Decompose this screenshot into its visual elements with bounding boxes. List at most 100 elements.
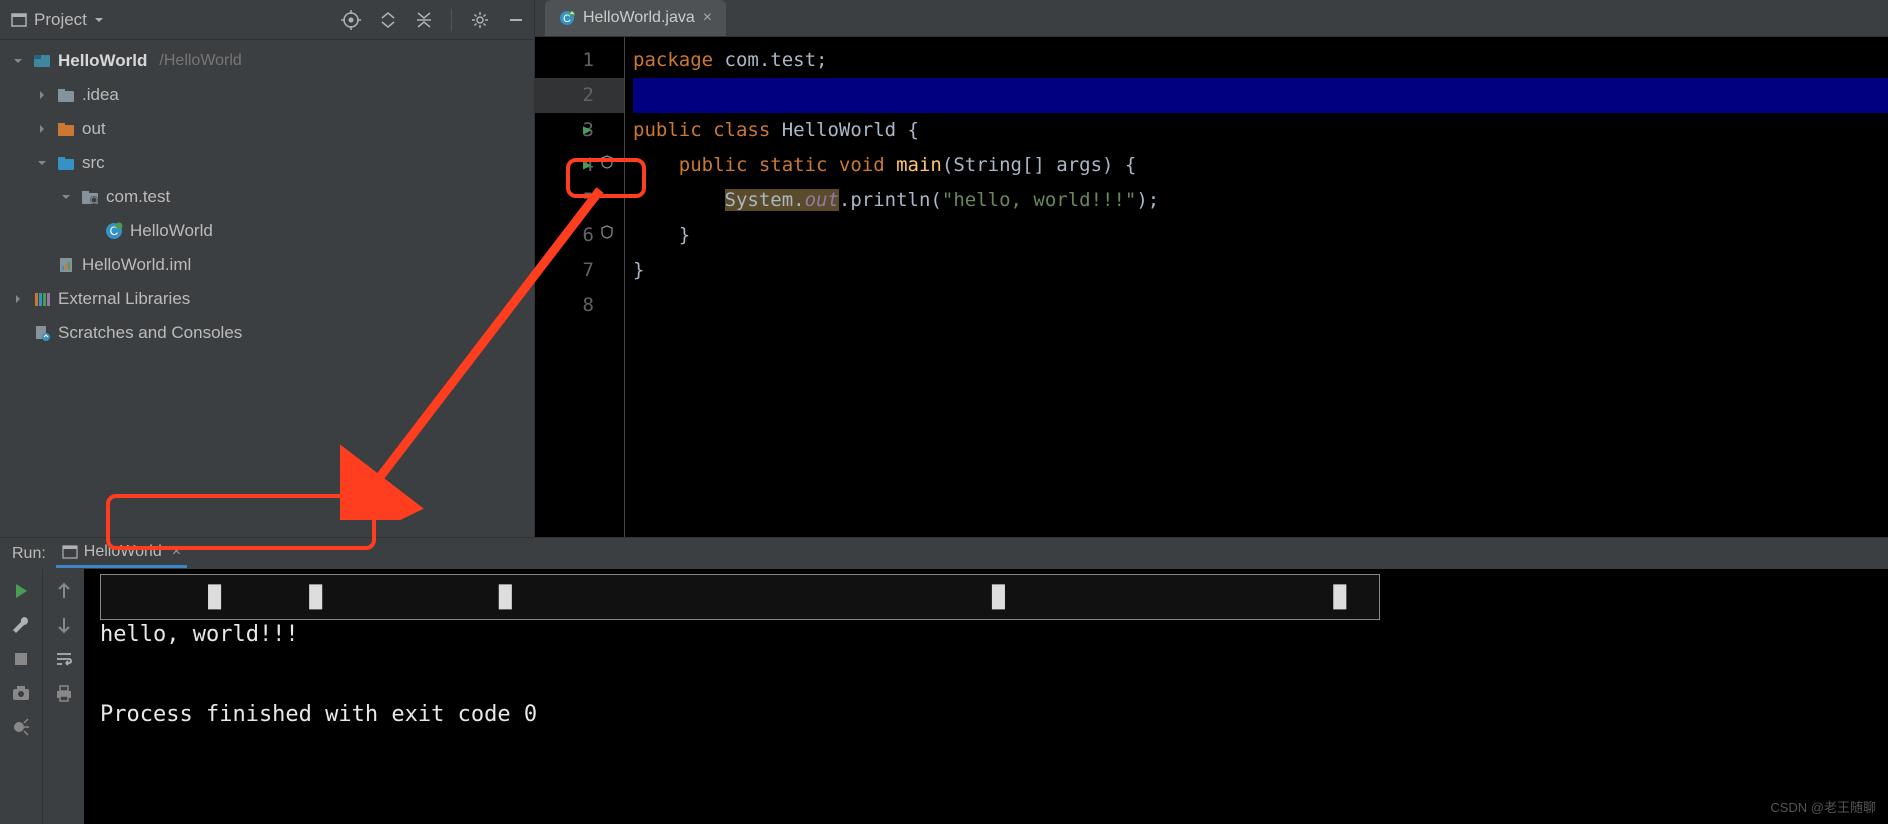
project-tree[interactable]: HelloWorld/HelloWorld .idea out src com.test… <box>0 40 534 354</box>
tree-item-label: .idea <box>82 85 119 105</box>
target-icon[interactable] <box>341 10 361 30</box>
chevron-icon[interactable] <box>12 55 28 67</box>
minimize-icon[interactable] <box>508 12 524 28</box>
code-token: "hello, world!!!" <box>942 189 1136 211</box>
tree-item-label: src <box>82 153 105 173</box>
stop-icon[interactable] <box>11 649 31 669</box>
code-line[interactable]: public class HelloWorld { <box>633 113 1888 148</box>
run-panel-label: Run: <box>12 545 46 563</box>
code-token: com.test; <box>725 49 828 71</box>
print-icon[interactable] <box>54 683 74 703</box>
chevron-down-icon[interactable] <box>93 14 105 26</box>
line-number: 2 <box>576 78 594 113</box>
tree-item-path: /HelloWorld <box>159 52 241 70</box>
line-number: 7 <box>576 253 594 288</box>
gutter-line[interactable]: 8 <box>535 288 624 323</box>
gutter-line[interactable]: ▶4 <box>535 148 624 183</box>
code-token <box>633 154 679 176</box>
down-arrow-icon[interactable] <box>54 615 74 635</box>
code-line[interactable]: public static void main(String[] args) { <box>633 148 1888 183</box>
chevron-icon[interactable] <box>36 89 52 101</box>
close-icon[interactable]: × <box>172 543 181 561</box>
folder-blue-icon <box>56 153 76 173</box>
module-icon <box>32 51 52 71</box>
bug-exit-icon[interactable] <box>11 717 31 737</box>
project-sidebar-header: Project <box>0 0 534 40</box>
code-line[interactable]: package com.test; <box>633 43 1888 78</box>
code-line[interactable]: } <box>633 218 1888 253</box>
console-output-line: hello, world!!! <box>100 615 1872 655</box>
run-gutter-icon[interactable]: ▶ <box>583 113 591 148</box>
tree-item[interactable]: com.test <box>0 180 534 214</box>
collapse-all-icon[interactable] <box>415 11 433 29</box>
gear-icon[interactable] <box>470 10 490 30</box>
code-token: System. <box>725 189 805 211</box>
wrench-icon[interactable] <box>11 615 31 635</box>
iml-icon <box>56 255 76 275</box>
tree-item-label: Scratches and Consoles <box>58 323 242 343</box>
run-panel: █ █ █ █ █ java ... hello, world!!! Proce… <box>0 569 1888 824</box>
chevron-icon[interactable] <box>36 123 52 135</box>
up-arrow-icon[interactable] <box>54 581 74 601</box>
tree-item-label: HelloWorld <box>58 51 147 71</box>
console-output[interactable]: █ █ █ █ █ java ... hello, world!!! Proce… <box>84 569 1888 824</box>
expand-all-icon[interactable] <box>379 11 397 29</box>
code-token: public class <box>633 119 782 141</box>
code-token: ); <box>1136 189 1159 211</box>
code-token: } <box>633 224 690 246</box>
chevron-icon[interactable] <box>36 157 52 169</box>
code-token <box>633 189 725 211</box>
chevron-icon[interactable] <box>12 293 28 305</box>
gutter-line[interactable]: 7 <box>535 253 624 288</box>
run-icon[interactable] <box>11 581 31 601</box>
scratches-icon <box>32 323 52 343</box>
editor-body[interactable]: 12▶3▶45678 package com.test; public class… <box>535 37 1888 537</box>
java-class-icon: C <box>559 10 575 26</box>
tree-item[interactable]: HelloWorld/HelloWorld <box>0 44 534 78</box>
code-line[interactable]: System.out.println("hello, world!!!"); <box>633 183 1888 218</box>
soft-wrap-icon[interactable] <box>54 649 74 669</box>
gutter-line[interactable]: ▶3 <box>535 113 624 148</box>
camera-icon[interactable] <box>11 683 31 703</box>
run-config-tab[interactable]: HelloWorld × <box>56 539 187 568</box>
java-class-icon: C <box>104 221 124 241</box>
run-config-label: HelloWorld <box>84 543 162 561</box>
gutter-line[interactable]: 6 <box>535 218 624 253</box>
editor-tab[interactable]: C HelloWorld.java × <box>545 0 726 36</box>
line-number: 1 <box>576 43 594 78</box>
editor-code[interactable]: package com.test; public class HelloWorld… <box>625 37 1888 537</box>
tree-item[interactable]: .idea <box>0 78 534 112</box>
folder-gray-icon <box>56 85 76 105</box>
code-line[interactable] <box>633 78 1888 113</box>
tree-item[interactable]: src <box>0 146 534 180</box>
line-number: 6 <box>576 218 594 253</box>
project-sidebar: Project HelloWorld/HelloWorld .idea out src… <box>0 0 535 537</box>
gutter-line[interactable]: 1 <box>535 43 624 78</box>
project-view-icon[interactable] <box>10 11 28 29</box>
tree-item-label: HelloWorld <box>130 221 213 241</box>
tree-item[interactable]: C HelloWorld <box>0 214 534 248</box>
tree-item[interactable]: External Libraries <box>0 282 534 316</box>
code-line[interactable]: } <box>633 253 1888 288</box>
override-gutter-icon[interactable] <box>601 148 613 183</box>
folder-orange-icon <box>56 119 76 139</box>
watermark: CSDN @老王随聊 <box>1770 797 1876 816</box>
libraries-icon <box>32 289 52 309</box>
editor-tab-bar: C HelloWorld.java × <box>535 0 1888 37</box>
gutter-line[interactable]: 2 <box>535 78 624 113</box>
console-command-line: █ █ █ █ █ java ... <box>100 574 1380 620</box>
editor-gutter[interactable]: 12▶3▶45678 <box>535 37 625 537</box>
code-line[interactable] <box>633 288 1888 323</box>
run-gutter-icon[interactable]: ▶ <box>583 148 591 183</box>
tree-item-label: HelloWorld.iml <box>82 255 191 275</box>
override-gutter-icon[interactable] <box>601 218 613 253</box>
tree-item[interactable]: HelloWorld.iml <box>0 248 534 282</box>
gutter-line[interactable]: 5 <box>535 183 624 218</box>
tree-item[interactable]: out <box>0 112 534 146</box>
code-token: package <box>633 49 725 71</box>
tree-item[interactable]: Scratches and Consoles <box>0 316 534 350</box>
chevron-icon[interactable] <box>60 191 76 203</box>
code-token: out <box>805 189 839 211</box>
close-icon[interactable]: × <box>703 9 712 27</box>
console-exit-line: Process finished with exit code 0 <box>100 695 1872 735</box>
